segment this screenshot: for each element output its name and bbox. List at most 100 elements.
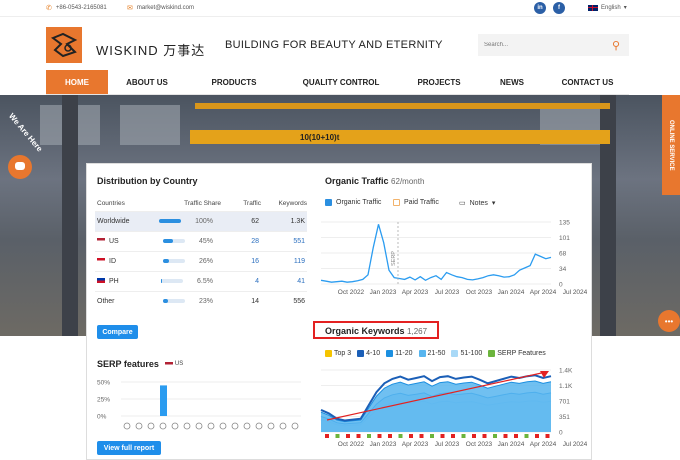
- x-tick-label: Jan 2023: [370, 441, 397, 448]
- legend-item[interactable]: 21-50: [418, 350, 445, 357]
- nav-contact-us[interactable]: CONTACT US: [546, 70, 629, 94]
- country-cell: PH: [95, 270, 155, 291]
- legend-item[interactable]: SERP Features: [488, 350, 546, 357]
- y-tick-label: 34: [559, 266, 567, 273]
- nav-products[interactable]: PRODUCTS: [186, 70, 282, 94]
- x-tick-label: Jan 2024: [498, 289, 525, 296]
- crane-rail: [195, 103, 610, 109]
- keywords-cell: 1.3K: [261, 210, 307, 231]
- facebook-icon[interactable]: f: [553, 2, 565, 14]
- notes-dropdown[interactable]: ▭ Notes ▾: [459, 199, 495, 208]
- table-row[interactable]: Worldwide 100% 62 1.3K: [95, 210, 307, 231]
- col-traffic-share: Traffic Share: [184, 200, 221, 208]
- distribution-table: Countries Traffic Share Traffic Keywords…: [95, 197, 307, 311]
- serp-feature-marker: [535, 434, 539, 438]
- serp-feature-marker: [356, 434, 361, 438]
- legend-label: SERP Features: [497, 350, 546, 357]
- nav-projects[interactable]: PROJECTS: [400, 70, 478, 94]
- checkbox-checked-icon[interactable]: [325, 350, 332, 357]
- y-tick-label: 351: [559, 414, 570, 421]
- chat-bubble-icon[interactable]: [8, 155, 32, 179]
- checkbox-checked-icon[interactable]: [418, 350, 426, 357]
- traffic-cell[interactable]: 16: [221, 250, 261, 271]
- search-icon[interactable]: ⚲: [612, 39, 620, 52]
- x-tick-label: Oct 2023: [466, 289, 493, 296]
- view-full-report-button[interactable]: View full report: [97, 441, 161, 455]
- keywords-cell[interactable]: 119: [261, 250, 307, 271]
- checkbox-checked-icon[interactable]: [451, 350, 459, 357]
- paid-traffic-toggle[interactable]: Paid Traffic: [393, 199, 439, 206]
- share-bar: [159, 218, 182, 223]
- nav-news[interactable]: NEWS: [478, 70, 546, 94]
- x-tick-label: Jul 2024: [563, 289, 587, 296]
- mail-icon: ✉: [127, 5, 133, 12]
- share-bar-fill: [162, 258, 169, 263]
- serp-feature-icon: [147, 422, 155, 430]
- traffic-cell: 62: [221, 210, 261, 231]
- table-row[interactable]: ID 26% 16 119: [95, 250, 307, 271]
- share-value: 23%: [198, 297, 213, 305]
- legend-label: Top 3: [334, 350, 352, 357]
- nav-about-us[interactable]: ABOUT US: [108, 70, 186, 94]
- traffic-cell[interactable]: 28: [221, 230, 261, 251]
- y-tick-label: 0: [559, 430, 563, 437]
- y-tick-label: 25%: [97, 397, 110, 404]
- linkedin-icon[interactable]: in: [534, 2, 546, 14]
- share-bar-fill: [159, 218, 182, 223]
- chat-icon[interactable]: •••: [658, 310, 680, 332]
- checkbox-checked-icon[interactable]: [357, 350, 365, 357]
- logo[interactable]: [46, 27, 82, 63]
- table-row[interactable]: Other 23% 14 556: [95, 290, 307, 311]
- area-11-20: [321, 381, 551, 432]
- checkbox-checked-icon[interactable]: [386, 350, 394, 357]
- legend-label: 11-20: [395, 350, 413, 357]
- legend-organic-traffic: Organic Traffic: [336, 199, 382, 206]
- organic-keywords-chart: 1.4K 1.1K 701 351 0 Oct 2022 Jan 2023 Apr 2023 J…: [320, 368, 587, 448]
- checkbox-icon[interactable]: [393, 199, 400, 206]
- x-tick-label: Jan 2024: [498, 441, 525, 448]
- traffic-share-cell: 26%: [155, 250, 221, 271]
- serp-feature-marker: [451, 434, 455, 438]
- table-row[interactable]: US 45% 28 551: [95, 230, 307, 251]
- serp-feature-marker: [335, 434, 340, 438]
- y-tick-label: 50%: [97, 380, 110, 387]
- x-tick-label: Oct 2022: [338, 441, 365, 448]
- serp-feature-icon: [171, 422, 179, 430]
- compare-button[interactable]: Compare: [97, 325, 138, 339]
- legend-item[interactable]: 4-10: [357, 350, 380, 357]
- legend-label: 4-10: [366, 350, 381, 357]
- table-row[interactable]: PH 6.5% 4 41: [95, 270, 307, 291]
- legend-item[interactable]: Top 3: [325, 350, 351, 357]
- country-cell: Other: [95, 290, 155, 311]
- traffic-cell[interactable]: 4: [221, 270, 261, 291]
- legend-item[interactable]: 51-100: [451, 350, 482, 357]
- email-info[interactable]: ✉ market@wiskind.com: [127, 4, 194, 12]
- organic-traffic-header: Organic Traffic 62/month: [325, 176, 424, 186]
- brand-name: WISKIND 万事达: [96, 43, 206, 58]
- search-input[interactable]: [478, 34, 629, 56]
- serp-feature-marker: [388, 434, 392, 438]
- seo-report-card: Distribution by Country Countries Traffi…: [86, 163, 592, 460]
- serp-feature-icon: [135, 422, 143, 430]
- online-service-tab[interactable]: ONLINE SERVICE: [662, 95, 680, 195]
- language-label: English: [601, 4, 621, 11]
- col-countries: Countries: [97, 200, 125, 208]
- legend-item[interactable]: 11-20: [386, 350, 413, 357]
- x-tick-label: Jan 2023: [370, 289, 397, 296]
- keywords-cell[interactable]: 41: [261, 270, 307, 291]
- share-bar: [162, 298, 185, 303]
- email-address[interactable]: market@wiskind.com: [137, 5, 194, 11]
- language-selector[interactable]: English ▾: [588, 4, 627, 11]
- serp-title: SERP features: [97, 359, 159, 369]
- share-value: 26%: [198, 257, 213, 265]
- serp-bar: [160, 385, 167, 416]
- nav-quality-control[interactable]: QUALITY CONTROL: [282, 70, 400, 94]
- nav-home[interactable]: HOME: [46, 70, 108, 94]
- serp-feature-marker: [461, 434, 466, 438]
- keywords-cell[interactable]: 551: [261, 230, 307, 251]
- checkbox-checked-icon[interactable]: [488, 350, 496, 357]
- checkbox-checked-icon[interactable]: [325, 199, 332, 206]
- serp-feature-marker: [409, 434, 413, 438]
- x-tick-label: Oct 2022: [338, 289, 365, 296]
- organic-traffic-toggle[interactable]: Organic Traffic: [325, 199, 381, 206]
